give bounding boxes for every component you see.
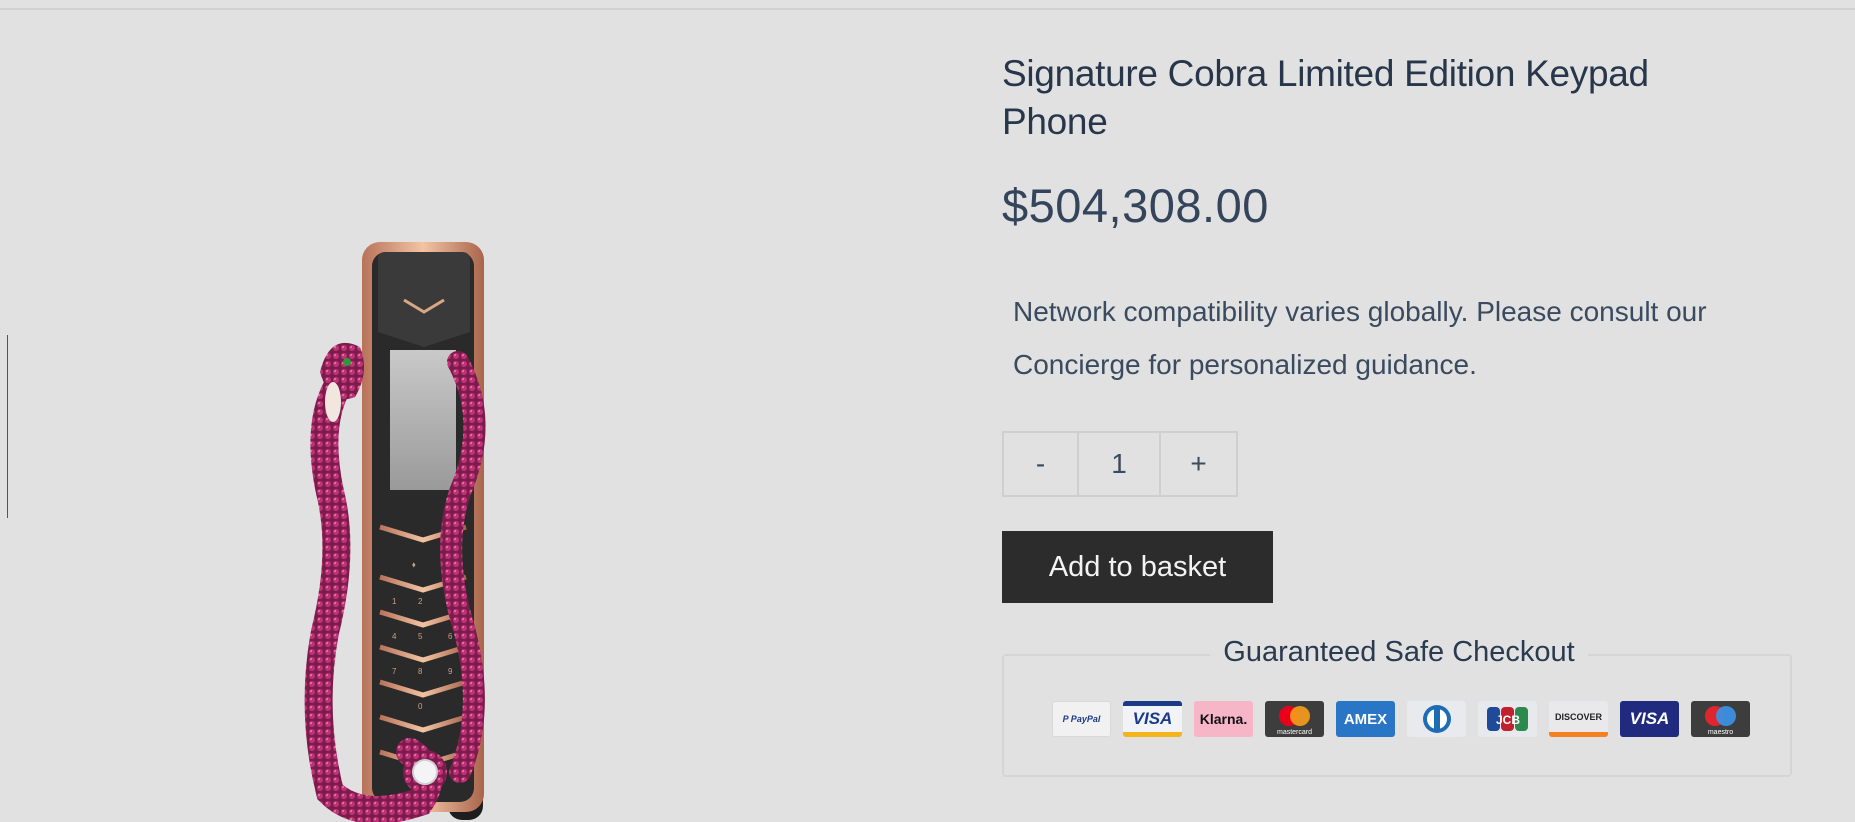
svg-text:⬧: ⬧ [412, 560, 416, 569]
quantity-decrease-button[interactable]: - [1004, 433, 1079, 495]
svg-text:2: 2 [418, 597, 423, 606]
svg-text:1: 1 [392, 597, 397, 606]
maestro-icon: maestro [1691, 701, 1750, 737]
mastercard-icon: mastercard [1265, 701, 1324, 737]
svg-text:7: 7 [392, 667, 397, 676]
svg-text:9: 9 [448, 667, 453, 676]
diners-club-icon [1407, 701, 1466, 737]
jcb-label: JCB [1495, 713, 1519, 727]
safe-checkout-box: Guaranteed Safe Checkout P PayPal VISA K… [1002, 636, 1792, 777]
safe-checkout-heading: Guaranteed Safe Checkout [1210, 636, 1588, 668]
svg-text:8: 8 [418, 667, 423, 676]
amex-icon: AMEX [1336, 701, 1395, 737]
svg-text:0: 0 [418, 702, 423, 711]
compatibility-note: Network compatibility varies globally. P… [1013, 296, 1707, 380]
product-image[interactable]: ⬧ 123 456 789 0 [300, 232, 600, 822]
quantity-input[interactable]: 1 [1079, 433, 1161, 495]
svg-text:5: 5 [418, 632, 423, 641]
paypal-icon: P PayPal [1052, 701, 1111, 737]
klarna-icon: Klarna. [1194, 701, 1253, 737]
product-price: $504,308.00 [1002, 179, 1269, 232]
product-gallery: ⬧ 123 456 789 0 [0, 10, 960, 822]
svg-text:6: 6 [448, 632, 453, 641]
add-to-basket-button[interactable]: Add to basket [1002, 531, 1273, 603]
svg-text:4: 4 [392, 632, 397, 641]
jcb-icon: JCB [1478, 701, 1537, 737]
maestro-label: maestro [1707, 729, 1734, 736]
visa-icon: VISA [1123, 701, 1182, 737]
product-details: Signature Cobra Limited Edition Keypad P… [1002, 0, 1822, 812]
visa-dark-icon: VISA [1620, 701, 1679, 737]
discover-icon: DISCOVER [1549, 701, 1608, 737]
quantity-stepper: - 1 + [1002, 431, 1238, 497]
product-title: Signature Cobra Limited Edition Keypad P… [1002, 53, 1649, 142]
payment-methods: P PayPal VISA Klarna. mastercard AMEX JC… [1052, 701, 1750, 737]
mastercard-label: mastercard [1276, 729, 1312, 736]
quantity-increase-button[interactable]: + [1161, 433, 1236, 495]
